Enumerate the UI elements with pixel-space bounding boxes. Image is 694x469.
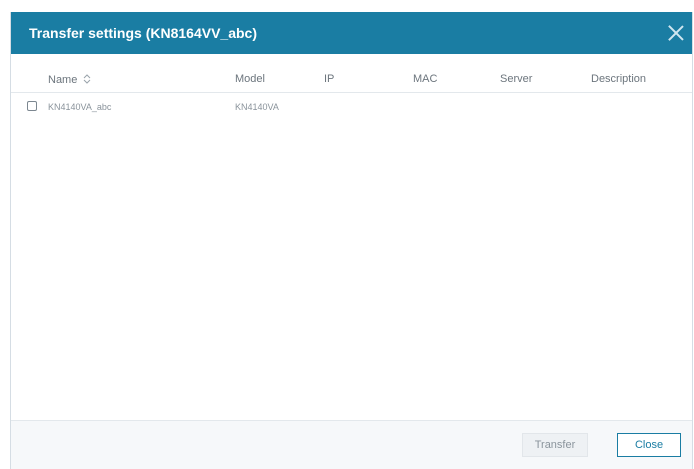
- column-header-model[interactable]: Model: [235, 73, 265, 85]
- column-header-ip[interactable]: IP: [324, 73, 334, 85]
- table-row[interactable]: KN4140VA_abc KN4140VA: [11, 94, 692, 116]
- cell-model: KN4140VA: [235, 102, 279, 112]
- dialog-title: Transfer settings (KN8164VV_abc): [29, 25, 257, 41]
- table-header: Name Model IP MAC Server Description: [11, 64, 692, 93]
- column-header-name-label: Name: [48, 74, 78, 86]
- transfer-button[interactable]: Transfer: [522, 433, 588, 457]
- column-header-description[interactable]: Description: [591, 73, 646, 85]
- row-checkbox[interactable]: [27, 101, 37, 111]
- close-icon[interactable]: [666, 23, 686, 43]
- transfer-settings-dialog: Transfer settings (KN8164VV_abc) Name Mo…: [10, 12, 693, 469]
- column-header-mac[interactable]: MAC: [413, 73, 437, 85]
- cell-name: KN4140VA_abc: [48, 102, 112, 112]
- close-button[interactable]: Close: [617, 433, 681, 457]
- column-header-name[interactable]: Name: [48, 73, 91, 86]
- dialog-titlebar: Transfer settings (KN8164VV_abc): [11, 12, 692, 54]
- column-header-server[interactable]: Server: [500, 73, 532, 85]
- dialog-footer: Transfer Close: [11, 420, 692, 469]
- sort-icon[interactable]: [83, 74, 91, 84]
